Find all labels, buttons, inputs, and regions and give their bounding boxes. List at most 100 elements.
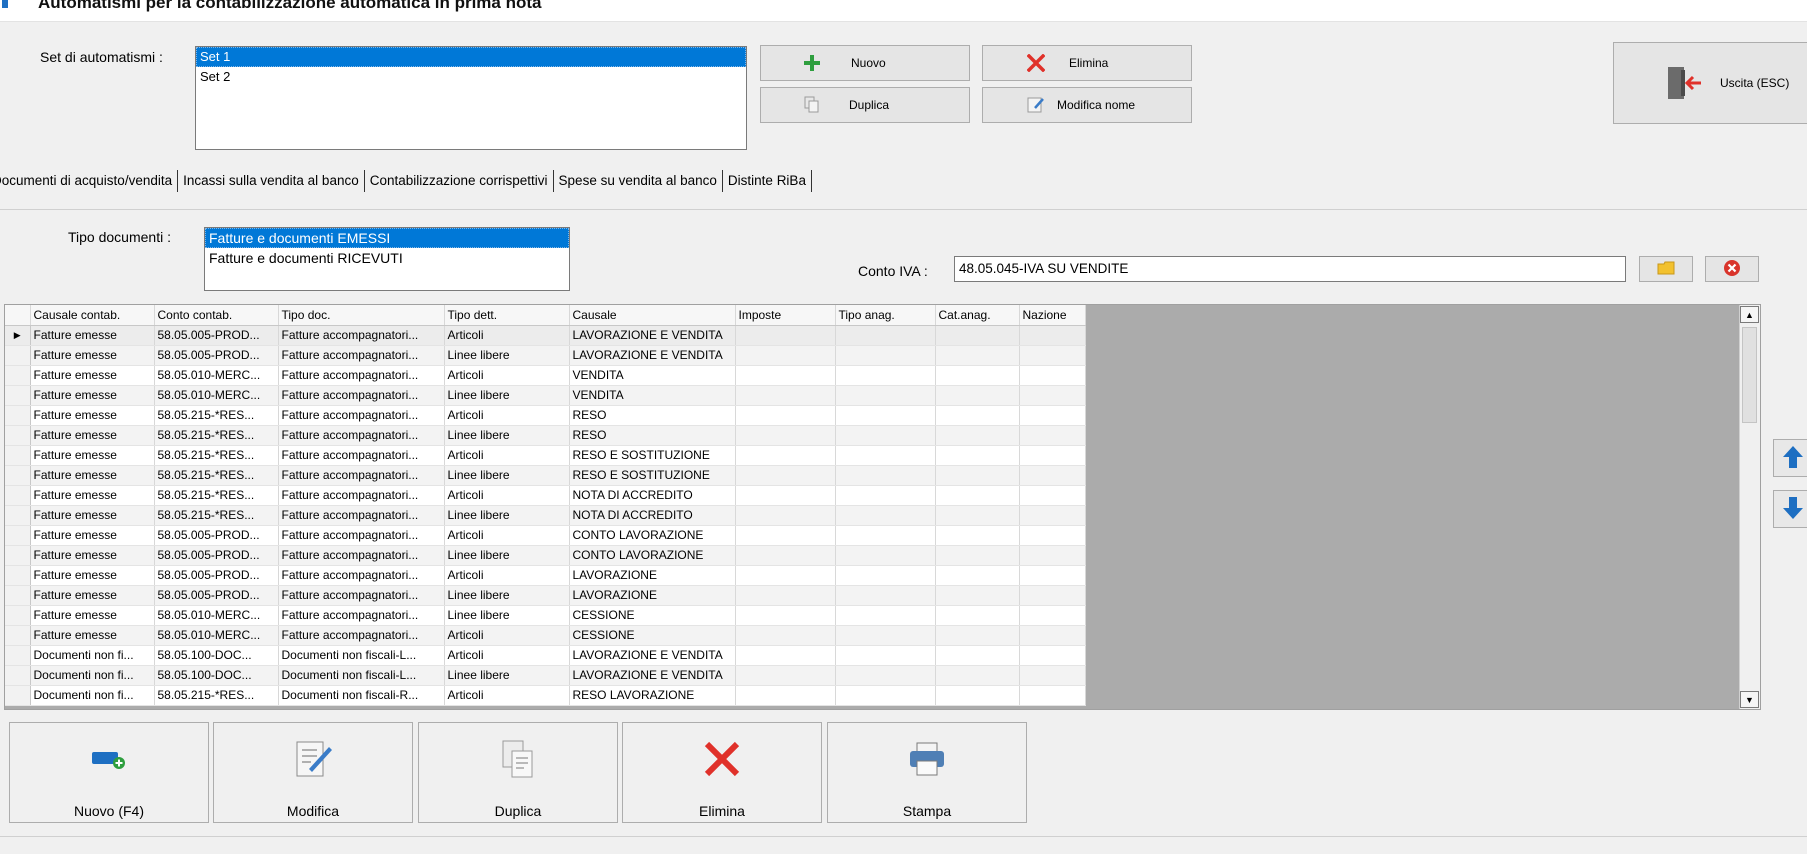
table-row[interactable]: Fatture emesse 58.05.005-PROD... Fatture a… xyxy=(5,525,1086,546)
row-indicator[interactable] xyxy=(5,665,31,686)
table-row[interactable]: Fatture emesse 58.05.010-MERC... Fatture a… xyxy=(5,385,1086,406)
duplicate-set-button[interactable]: Duplica xyxy=(760,87,970,123)
table-cell[interactable]: RESO LAVORAZIONE xyxy=(569,685,736,706)
table-cell[interactable] xyxy=(735,325,836,346)
table-cell[interactable]: 58.05.100-DOC... xyxy=(154,665,279,686)
table-cell[interactable]: 58.05.005-PROD... xyxy=(154,525,279,546)
table-cell[interactable] xyxy=(1019,565,1086,586)
set-option[interactable]: Set 1 xyxy=(196,47,746,67)
clear-conto-button[interactable] xyxy=(1705,256,1759,282)
table-cell[interactable]: Articoli xyxy=(444,645,570,666)
table-cell[interactable]: Fatture accompagnatori... xyxy=(278,385,445,406)
table-cell[interactable]: 58.05.215-*RES... xyxy=(154,505,279,526)
table-cell[interactable] xyxy=(835,605,936,626)
table-cell[interactable] xyxy=(835,585,936,606)
table-cell[interactable]: Fatture emesse xyxy=(30,505,155,526)
table-cell[interactable]: Fatture emesse xyxy=(30,345,155,366)
table-cell[interactable] xyxy=(1019,425,1086,446)
column-header[interactable]: Conto contab. xyxy=(154,305,279,326)
scroll-down-arrow-icon[interactable]: ▼ xyxy=(1740,691,1759,708)
duplicate-automatism-button[interactable]: Duplica xyxy=(418,722,618,823)
table-cell[interactable]: RESO xyxy=(569,425,736,446)
table-cell[interactable] xyxy=(835,365,936,386)
table-cell[interactable] xyxy=(1019,605,1086,626)
table-row[interactable]: Documenti non fi... 58.05.100-DOC... Docum… xyxy=(5,645,1086,666)
table-cell[interactable]: Fatture emesse xyxy=(30,605,155,626)
row-indicator[interactable] xyxy=(5,685,31,706)
table-cell[interactable] xyxy=(935,625,1020,646)
table-row[interactable]: Fatture emesse 58.05.005-PROD... Fatture a… xyxy=(5,585,1086,606)
table-cell[interactable]: LAVORAZIONE xyxy=(569,585,736,606)
table-cell[interactable]: Fatture emesse xyxy=(30,465,155,486)
scroll-up-arrow-icon[interactable]: ▲ xyxy=(1740,306,1759,323)
table-cell[interactable]: 58.05.215-*RES... xyxy=(154,425,279,446)
table-cell[interactable] xyxy=(1019,345,1086,366)
table-row[interactable]: Fatture emesse 58.05.215-*RES... Fatture a… xyxy=(5,505,1086,526)
table-cell[interactable]: Fatture accompagnatori... xyxy=(278,625,445,646)
table-row[interactable]: Fatture emesse 58.05.215-*RES... Fatture a… xyxy=(5,405,1086,426)
table-row[interactable]: Documenti non fi... 58.05.215-*RES... Docu… xyxy=(5,685,1086,706)
table-cell[interactable]: RESO E SOSTITUZIONE xyxy=(569,465,736,486)
row-indicator[interactable]: ▶ xyxy=(5,325,31,346)
table-cell[interactable]: Articoli xyxy=(444,405,570,426)
table-cell[interactable] xyxy=(935,565,1020,586)
table-cell[interactable]: CONTO LAVORAZIONE xyxy=(569,525,736,546)
table-cell[interactable]: Fatture emesse xyxy=(30,405,155,426)
edit-automatism-button[interactable]: Modifica xyxy=(213,722,413,823)
table-cell[interactable]: 58.05.010-MERC... xyxy=(154,365,279,386)
table-cell[interactable] xyxy=(835,565,936,586)
table-cell[interactable] xyxy=(735,565,836,586)
table-cell[interactable]: Fatture accompagnatori... xyxy=(278,485,445,506)
table-cell[interactable]: Articoli xyxy=(444,565,570,586)
table-cell[interactable]: Fatture accompagnatori... xyxy=(278,525,445,546)
table-cell[interactable]: Articoli xyxy=(444,445,570,466)
table-cell[interactable]: CONTO LAVORAZIONE xyxy=(569,545,736,566)
column-header[interactable]: Causale xyxy=(569,305,736,326)
row-indicator[interactable] xyxy=(5,605,31,626)
table-cell[interactable]: Articoli xyxy=(444,685,570,706)
table-cell[interactable]: Linee libere xyxy=(444,465,570,486)
table-row[interactable]: ▶ Fatture emesse 58.05.005-PROD... Fatture … xyxy=(5,325,1086,346)
table-cell[interactable]: Linee libere xyxy=(444,545,570,566)
table-row[interactable]: Documenti non fi... 58.05.100-DOC... Docum… xyxy=(5,665,1086,686)
table-cell[interactable]: 58.05.100-DOC... xyxy=(154,645,279,666)
table-row[interactable]: Fatture emesse 58.05.215-*RES... Fatture a… xyxy=(5,465,1086,486)
table-cell[interactable]: 58.05.215-*RES... xyxy=(154,685,279,706)
table-cell[interactable] xyxy=(835,325,936,346)
table-cell[interactable]: Articoli xyxy=(444,325,570,346)
table-cell[interactable]: VENDITA xyxy=(569,365,736,386)
table-cell[interactable] xyxy=(735,585,836,606)
table-cell[interactable]: 58.05.010-MERC... xyxy=(154,385,279,406)
row-indicator[interactable] xyxy=(5,385,31,406)
table-cell[interactable] xyxy=(835,465,936,486)
table-cell[interactable]: Articoli xyxy=(444,525,570,546)
table-cell[interactable] xyxy=(935,405,1020,426)
table-cell[interactable] xyxy=(935,685,1020,706)
table-cell[interactable]: Documenti non fi... xyxy=(30,645,155,666)
row-indicator[interactable] xyxy=(5,545,31,566)
row-indicator[interactable] xyxy=(5,425,31,446)
row-indicator[interactable] xyxy=(5,525,31,546)
table-cell[interactable] xyxy=(1019,645,1086,666)
table-cell[interactable]: CESSIONE xyxy=(569,605,736,626)
table-cell[interactable]: Articoli xyxy=(444,485,570,506)
column-header[interactable]: Tipo anag. xyxy=(835,305,936,326)
rename-set-button[interactable]: Modifica nome xyxy=(982,87,1192,123)
table-row[interactable]: Fatture emesse 58.05.215-*RES... Fatture a… xyxy=(5,445,1086,466)
table-cell[interactable] xyxy=(835,445,936,466)
table-row[interactable]: Fatture emesse 58.05.005-PROD... Fatture a… xyxy=(5,545,1086,566)
table-cell[interactable]: Fatture accompagnatori... xyxy=(278,585,445,606)
table-cell[interactable]: Linee libere xyxy=(444,385,570,406)
table-cell[interactable]: NOTA DI ACCREDITO xyxy=(569,505,736,526)
row-indicator[interactable] xyxy=(5,365,31,386)
table-cell[interactable] xyxy=(835,425,936,446)
table-cell[interactable]: Documenti non fiscali-L... xyxy=(278,645,445,666)
table-cell[interactable]: Fatture accompagnatori... xyxy=(278,365,445,386)
table-cell[interactable] xyxy=(735,405,836,426)
table-cell[interactable]: 58.05.215-*RES... xyxy=(154,465,279,486)
table-cell[interactable] xyxy=(735,605,836,626)
new-automatism-button[interactable]: Nuovo (F4) xyxy=(9,722,209,823)
table-cell[interactable] xyxy=(735,525,836,546)
tipo-documenti-option[interactable]: Fatture e documenti EMESSI xyxy=(205,228,569,248)
table-cell[interactable] xyxy=(735,365,836,386)
